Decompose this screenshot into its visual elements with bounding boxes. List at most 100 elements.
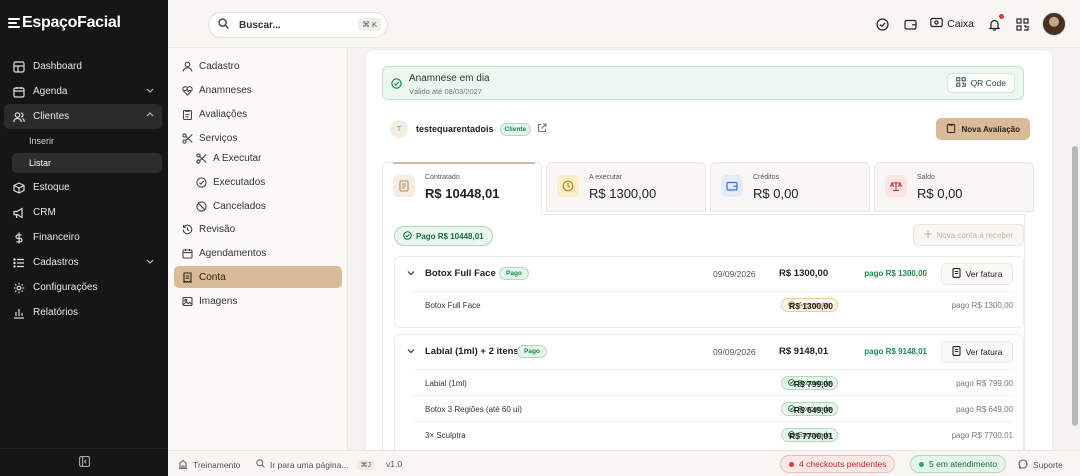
new-evaluation-label: Nova Avaliação — [961, 124, 1020, 134]
search-icon — [256, 459, 265, 470]
chevron-down-icon — [146, 257, 154, 268]
pending-checkouts-badge[interactable]: 4 checkouts pendentes — [780, 455, 896, 473]
calendar-icon — [181, 247, 193, 259]
submenu-item-revisao[interactable]: Revisão — [174, 218, 342, 240]
document-icon — [952, 268, 961, 280]
submenu-item-label: Avaliações — [199, 108, 248, 120]
list-icon — [12, 256, 25, 269]
new-receivable-button[interactable]: Nova conta a receber — [912, 224, 1024, 246]
stat-label: Créditos — [753, 174, 780, 181]
sidebar-item-clientes[interactable]: Clientes — [4, 104, 162, 129]
sidebar-item-configuracoes[interactable]: Configurações — [4, 275, 162, 300]
search-placeholder: Buscar... — [239, 19, 281, 31]
submenu-item-label: Executados — [213, 176, 266, 188]
submenu-item-label: Cancelados — [213, 200, 266, 212]
dollar-icon — [12, 231, 25, 244]
submenu-item-imagens[interactable]: Imagens — [174, 290, 342, 312]
sidebar-subitem-inserir[interactable]: Inserir — [12, 131, 162, 151]
chevron-down-icon[interactable] — [407, 347, 415, 358]
qr-code-icon[interactable] — [1014, 16, 1030, 32]
sidebar-item-label: Clientes — [33, 111, 70, 122]
view-invoice-button[interactable]: Ver fatura — [941, 263, 1013, 285]
client-name: testequarentadois — [416, 124, 494, 134]
stat-creditos[interactable]: Créditos R$ 0,00 — [710, 162, 870, 212]
row-service-name: Botox Full Face — [425, 301, 481, 310]
sidebar-item-financeiro[interactable]: Financeiro — [4, 225, 162, 250]
receivable-group: Labial (1ml) + 2 itens Pago 09/09/2026 R… — [394, 334, 1024, 450]
submenu-item-cadastro[interactable]: Cadastro — [174, 55, 342, 77]
scale-icon — [885, 175, 907, 197]
group-title: Botox Full Face — [425, 268, 496, 279]
submenu-item-label: Anamneses — [199, 84, 252, 96]
sidebar-nav: Dashboard Agenda Clientes Inserir Listar… — [4, 54, 162, 325]
view-invoice-label: Ver fatura — [965, 347, 1003, 357]
submenu-item-avaliacoes[interactable]: Avaliações — [174, 103, 342, 125]
submenu-item-agendamentos[interactable]: Agendamentos — [174, 242, 342, 264]
client-submenu: Cadastro Anamneses Avaliações Serviços A… — [168, 48, 348, 450]
new-receivable-label: Nova conta a receber — [936, 230, 1014, 240]
table-row: Botox 3 Regiões (até 60 ui) Executado R$… — [413, 395, 1013, 421]
row-service-name: Labial (1ml) — [425, 379, 467, 388]
view-invoice-label: Ver fatura — [965, 269, 1003, 279]
sidebar-item-relatorios[interactable]: Relatórios — [4, 300, 162, 325]
stat-a-executar[interactable]: A executar R$ 1300,00 — [546, 162, 706, 212]
row-paid: pago R$ 799,00 — [956, 379, 1013, 388]
search-input[interactable]: Buscar... ⌘ K — [208, 12, 388, 38]
external-link-icon[interactable] — [537, 122, 547, 136]
users-icon — [12, 110, 25, 123]
main-scrollbar[interactable] — [1072, 94, 1078, 444]
sidebar-item-label: Dashboard — [33, 61, 82, 72]
sidebar-item-agenda[interactable]: Agenda — [4, 79, 162, 104]
anamnese-status-banner: Anamnese em dia Válido até 08/03/2027 QR… — [382, 66, 1024, 100]
group-date: 09/09/2026 — [713, 347, 756, 357]
stat-contratado[interactable]: Contratado R$ 10448,01 — [382, 162, 542, 214]
qr-code-button[interactable]: QR Code — [946, 73, 1015, 93]
sidebar-item-label: Relatórios — [33, 307, 79, 318]
receivable-group-header[interactable]: Botox Full Face Pago 09/09/2026 R$ 1300,… — [395, 257, 1023, 291]
receivable-group-header[interactable]: Labial (1ml) + 2 itens Pago 09/09/2026 R… — [395, 335, 1023, 369]
sidebar-item-cadastros[interactable]: Cadastros — [4, 250, 162, 275]
check-circle-icon[interactable] — [874, 16, 890, 32]
caixa-button[interactable]: Caixa — [930, 17, 974, 31]
wallet-icon[interactable] — [902, 16, 918, 32]
selected-tab-indicator — [393, 162, 535, 164]
image-icon — [181, 295, 193, 307]
submenu-item-servicos[interactable]: Serviços — [174, 127, 342, 149]
sidebar-subitem-listar[interactable]: Listar — [12, 153, 162, 173]
submenu-item-a-executar[interactable]: A Executar — [188, 147, 338, 169]
main-sidebar: EspaçoFacial Dashboard Agenda Clientes I… — [0, 0, 168, 476]
new-evaluation-button[interactable]: Nova Avaliação — [936, 118, 1030, 140]
stat-saldo[interactable]: Saldo R$ 0,00 — [874, 162, 1034, 212]
stat-value: R$ 1300,00 — [589, 186, 657, 201]
sidebar-item-estoque[interactable]: Estoque — [4, 175, 162, 200]
view-invoice-button[interactable]: Ver fatura — [941, 341, 1013, 363]
submenu-item-anamneses[interactable]: Anamneses — [174, 79, 342, 101]
in-attendance-badge[interactable]: 5 em atendimento — [910, 455, 1007, 473]
app-logo[interactable]: EspaçoFacial — [8, 14, 121, 32]
collapse-sidebar-button[interactable] — [0, 448, 168, 476]
bell-icon[interactable] — [986, 14, 1004, 32]
support-label: Suporte — [1033, 460, 1063, 470]
group-status-badge: Pago — [499, 267, 529, 280]
search-shortcut-hint: ⌘ K — [358, 18, 381, 31]
receipt-icon — [181, 271, 193, 283]
clipboard-icon — [946, 123, 956, 135]
sidebar-item-dashboard[interactable]: Dashboard — [4, 54, 162, 79]
support-link[interactable]: Suporte — [1018, 459, 1063, 471]
submenu-item-cancelados[interactable]: Cancelados — [188, 195, 338, 217]
caixa-label: Caixa — [947, 18, 974, 30]
user-avatar[interactable] — [1042, 12, 1066, 36]
goto-page-input[interactable]: Ir para uma página... ⌘J — [256, 459, 374, 470]
scrollbar-thumb[interactable] — [1072, 146, 1078, 426]
row-value: R$ 649,00 — [793, 405, 833, 415]
submenu-item-conta[interactable]: Conta — [174, 266, 342, 288]
table-row: Labial (1ml) Executado R$ 799,00 pago R$… — [413, 369, 1013, 395]
submenu-item-executados[interactable]: Executados — [188, 171, 338, 193]
training-link[interactable]: Treinamento — [178, 459, 240, 471]
user-icon — [181, 60, 193, 72]
group-paid-amount: pago R$ 9148,01 — [864, 347, 927, 356]
sidebar-item-crm[interactable]: CRM — [4, 200, 162, 225]
row-paid: pago R$ 7700,01 — [951, 431, 1013, 440]
chevron-down-icon[interactable] — [407, 269, 415, 280]
group-value: R$ 9148,01 — [779, 346, 829, 357]
